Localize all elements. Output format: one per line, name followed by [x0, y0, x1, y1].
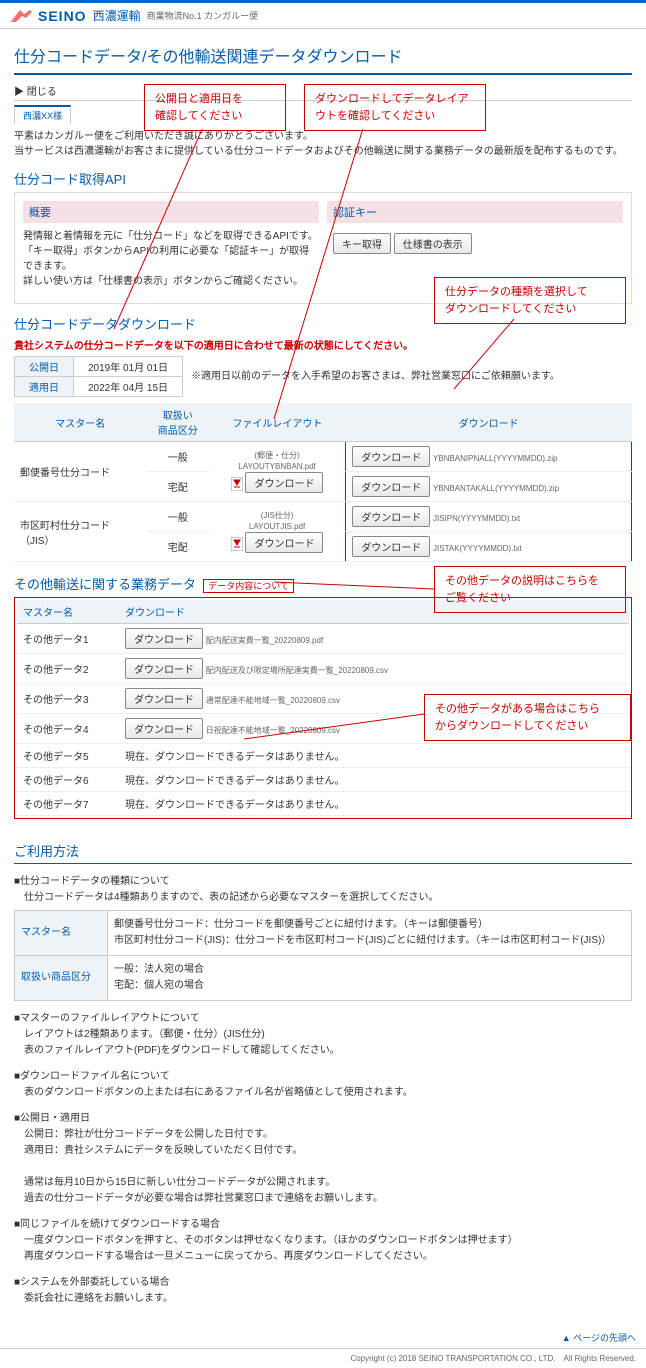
download-notice: 貴社システムの仕分コードデータを以下の適用日に合わせて最新の状態にしてください。 — [14, 337, 632, 352]
dl-button[interactable]: ダウンロード — [352, 446, 430, 467]
other-table: マスター名ダウンロード その他データ1ダウンロード 配内配送実費一覧_20220… — [17, 600, 629, 816]
dl-button[interactable]: ダウンロード — [125, 628, 203, 649]
close-button[interactable]: ▶ 閉じる — [14, 83, 57, 98]
api-key-header: 認証キー — [327, 201, 623, 223]
dl-button[interactable]: ダウンロード — [125, 688, 203, 709]
dl-button[interactable]: ダウンロード — [352, 536, 430, 557]
page-title: 仕分コードデータ/その他輸送関連データダウンロード — [14, 39, 632, 75]
kangaroo-icon — [10, 8, 34, 24]
about-data-link[interactable]: データ内容について — [203, 579, 294, 593]
tagline: 商業物流No.1 カンガルー便 — [147, 9, 259, 22]
api-summary: 発情報と着情報を元に「仕分コード」などを取得できるAPIです。 「キー取得」ボタ… — [23, 229, 319, 289]
layout-dl-button[interactable]: ダウンロード — [245, 532, 323, 553]
back-to-top-link[interactable]: ▲ ページの先頭へ — [0, 1327, 646, 1348]
customer-tab[interactable]: 西濃XX様 — [14, 105, 71, 124]
date-table: 公開日2019年 01月 01日 適用日2022年 04月 15日 — [14, 356, 183, 397]
site-header: SEINO 西濃運輸 商業物流No.1 カンガルー便 — [0, 3, 646, 29]
dl-button[interactable]: ダウンロード — [352, 476, 430, 497]
api-title: 仕分コード取得API — [14, 169, 632, 188]
dl-button[interactable]: ダウンロード — [352, 506, 430, 527]
brand-text: SEINO — [38, 8, 87, 24]
logo: SEINO — [10, 8, 87, 24]
pdf-icon — [231, 537, 243, 551]
pdf-icon — [231, 477, 243, 491]
brand-jp: 西濃運輸 — [93, 7, 141, 24]
show-spec-button[interactable]: 仕様書の表示 — [394, 233, 472, 254]
get-key-button[interactable]: キー取得 — [333, 233, 391, 254]
usage-title: ご利用方法 — [14, 841, 632, 864]
usage-section: ■仕分コードデータの種類について 仕分コードデータは4種類ありますので、表の記述… — [14, 874, 632, 1307]
download-title: 仕分コードデータダウンロード — [14, 314, 632, 333]
api-summary-header: 概要 — [23, 201, 319, 223]
copyright: Copyright (c) 2018 SEINO TRANSPORTATION … — [0, 1348, 646, 1368]
date-note: ※適用日以前のデータを入手希望のお客さまは、弊社営業窓口にご依頼願います。 — [191, 369, 560, 384]
intro-text: 平素はカンガルー便をご利用いただき誠にありがとうございます。 当サービスは西濃運… — [14, 129, 632, 159]
other-title: その他輸送に関する業務データ データ内容について — [14, 574, 632, 593]
master-table: マスター名 取扱い 商品区分 ファイルレイアウト ダウンロード 郵便番号仕分コー… — [14, 403, 632, 562]
dl-button[interactable]: ダウンロード — [125, 718, 203, 739]
layout-dl-button[interactable]: ダウンロード — [245, 472, 323, 493]
dl-button[interactable]: ダウンロード — [125, 658, 203, 679]
